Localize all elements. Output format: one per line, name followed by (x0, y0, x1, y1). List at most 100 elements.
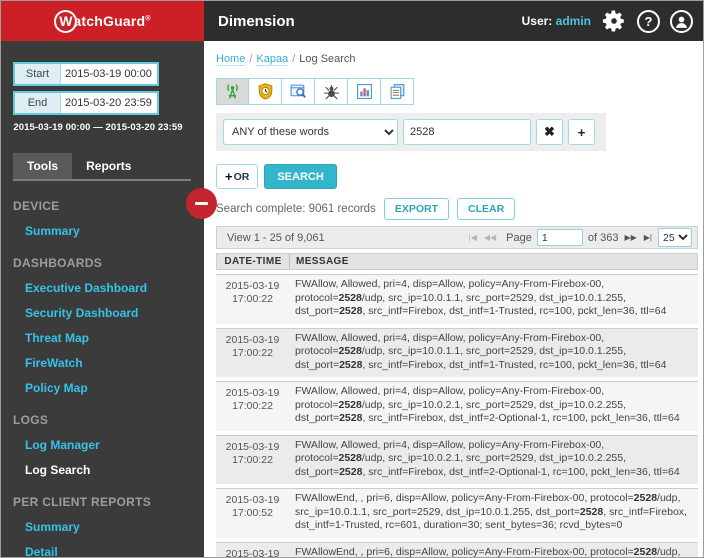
audit-icon (389, 83, 406, 100)
traffic-icon (224, 83, 241, 100)
next-page-button[interactable]: ▶▶ (623, 233, 637, 242)
statistic-log-type-button[interactable] (348, 78, 381, 105)
column-header-message: MESSAGE (290, 256, 349, 267)
add-criteria-button[interactable]: + (568, 119, 595, 145)
user-indicator: User: admin (522, 14, 591, 28)
log-table-row[interactable]: 2015-03-1917:00:22FWAllow, Allowed, pri=… (216, 328, 698, 378)
alarm-log-type-button[interactable] (249, 78, 282, 105)
log-date-time: 2015-03-1917:00:22 (216, 275, 289, 324)
sidebar-item-firewatch[interactable]: FireWatch (25, 356, 204, 370)
help-icon: ? (645, 14, 653, 29)
user-label: User: (522, 14, 553, 28)
app-header: W atchGuard® Dimension User: admin ? (1, 1, 703, 41)
watchguard-logo: W atchGuard® (1, 1, 204, 41)
sidebar-item-log-manager[interactable]: Log Manager (25, 438, 204, 452)
end-date-input[interactable] (61, 93, 157, 113)
log-table-row[interactable]: 2015-03-1917:00:22FWAllow, Allowed, pri=… (216, 274, 698, 324)
sidebar-item-threat-map[interactable]: Threat Map (25, 331, 204, 345)
export-button[interactable]: EXPORT (384, 198, 449, 220)
search-button[interactable]: SEARCH (264, 164, 336, 189)
breadcrumb-kapaa[interactable]: Kapaa (256, 53, 288, 66)
page-number-input[interactable] (537, 229, 583, 246)
dimension-app-window: W atchGuard® Dimension User: admin ? Sta… (0, 0, 704, 558)
log-type-toolbar (216, 78, 414, 105)
log-date-time: 2015-03-1917:00:52 (216, 543, 289, 558)
debug-icon (323, 83, 340, 100)
clear-button[interactable]: CLEAR (457, 198, 515, 220)
help-button[interactable]: ? (637, 10, 660, 33)
log-table-row[interactable]: 2015-03-1917:00:22FWAllow, Allowed, pri=… (216, 381, 698, 431)
sidebar-item-log-search[interactable]: Log Search (25, 463, 204, 477)
breadcrumb-log-search: Log Search (299, 53, 355, 65)
grid-body: 2015-03-1917:00:22FWAllow, Allowed, pri=… (216, 274, 698, 558)
log-table-row[interactable]: 2015-03-1917:00:52FWAllowEnd, , pri=6, d… (216, 488, 698, 538)
remove-criteria-button[interactable]: ✖ (536, 119, 563, 145)
section-title-per-client-reports: PER CLIENT REPORTS (13, 495, 204, 509)
account-button[interactable] (670, 10, 693, 33)
add-or-clause-button[interactable]: + OR (216, 164, 258, 189)
log-message: FWAllowEnd, , pri=6, disp=Allow, policy=… (289, 489, 698, 538)
search-term-input[interactable] (403, 119, 531, 145)
minus-icon (195, 202, 208, 205)
sidebar-item-executive-dashboard[interactable]: Executive Dashboard (25, 281, 204, 295)
page-label: Page (506, 232, 532, 244)
sidebar: Start End 2015-03-19 00:00 — 2015-03-20 … (1, 41, 204, 558)
tab-reports[interactable]: Reports (72, 153, 145, 179)
plus-icon: + (578, 125, 586, 140)
column-header-date-time: DATE-TIME (217, 254, 290, 269)
debug-log-type-button[interactable] (315, 78, 348, 105)
registered-mark: ® (145, 15, 150, 22)
breadcrumb-home[interactable]: Home (216, 53, 245, 66)
start-label: Start (15, 64, 61, 84)
log-date-time: 2015-03-1917:00:52 (216, 489, 289, 538)
first-page-button[interactable]: |◀ (468, 233, 478, 242)
log-date-time: 2015-03-1917:00:22 (216, 382, 289, 431)
log-search-main: Home/Kapaa/Log Search ANY of these words… (204, 41, 703, 558)
total-pages-text: of 363 (588, 232, 619, 244)
breadcrumb: Home/Kapaa/Log Search (216, 53, 695, 65)
log-message: FWAllow, Allowed, pri=4, disp=Allow, pol… (289, 329, 698, 378)
start-date-field: Start (13, 62, 159, 86)
gear-icon (601, 8, 627, 34)
last-page-button[interactable]: ▶| (643, 233, 653, 242)
statistic-icon (356, 83, 373, 100)
watchguard-logo-circle: W (54, 10, 77, 33)
section-title-dashboards: DASHBOARDS (13, 256, 204, 270)
log-message: FWAllow, Allowed, pri=4, disp=Allow, pol… (289, 436, 698, 485)
sidebar-item-summary[interactable]: Summary (25, 520, 204, 534)
sidebar-tabs: ToolsReports (13, 153, 191, 181)
log-message: FWAllowEnd, , pri=6, disp=Allow, policy=… (289, 543, 698, 558)
event-log-type-button[interactable] (282, 78, 315, 105)
grid-header: DATE-TIME MESSAGE (216, 253, 698, 270)
page-size-select[interactable]: 25 (658, 228, 692, 247)
pagination-bar: View 1 - 25 of 9,061 |◀ ◀◀ Page of 363 ▶… (216, 226, 698, 249)
sidebar-item-summary[interactable]: Summary (25, 224, 204, 238)
match-mode-select[interactable]: ANY of these words (223, 119, 398, 145)
plus-icon: + (225, 169, 233, 184)
traffic-log-type-button[interactable] (216, 78, 249, 105)
sidebar-item-security-dashboard[interactable]: Security Dashboard (25, 306, 204, 320)
user-icon (672, 12, 691, 31)
alarm-icon (257, 83, 274, 100)
log-results-grid: DATE-TIME MESSAGE 2015-03-1917:00:22FWAl… (216, 253, 698, 558)
close-icon: ✖ (544, 124, 555, 140)
view-range-text: View 1 - 25 of 9,061 (227, 232, 325, 244)
settings-button[interactable] (601, 8, 627, 34)
sidebar-item-policy-map[interactable]: Policy Map (25, 381, 204, 395)
date-range-summary: 2015-03-19 00:00 — 2015-03-20 23:59 (13, 122, 183, 133)
start-date-input[interactable] (61, 64, 157, 84)
watchguard-logo-text: atchGuard (73, 13, 145, 29)
page-title: Dimension (218, 13, 295, 30)
log-table-row[interactable]: 2015-03-1917:00:22FWAllow, Allowed, pri=… (216, 435, 698, 485)
sidebar-collapse-button[interactable] (186, 188, 217, 219)
log-table-row[interactable]: 2015-03-1917:00:52FWAllowEnd, , pri=6, d… (216, 542, 698, 558)
search-criteria-row: ANY of these words ✖ + (216, 113, 606, 151)
log-message: FWAllow, Allowed, pri=4, disp=Allow, pol… (289, 275, 698, 324)
tab-tools[interactable]: Tools (13, 153, 72, 179)
audit-log-type-button[interactable] (381, 78, 414, 105)
search-status-text: Search complete: 9061 records (216, 203, 376, 215)
event-icon (290, 83, 307, 100)
sidebar-sections: DEVICESummaryDASHBOARDSExecutive Dashboa… (13, 199, 204, 558)
prev-page-button[interactable]: ◀◀ (483, 233, 497, 242)
sidebar-item-detail[interactable]: Detail (25, 545, 204, 558)
